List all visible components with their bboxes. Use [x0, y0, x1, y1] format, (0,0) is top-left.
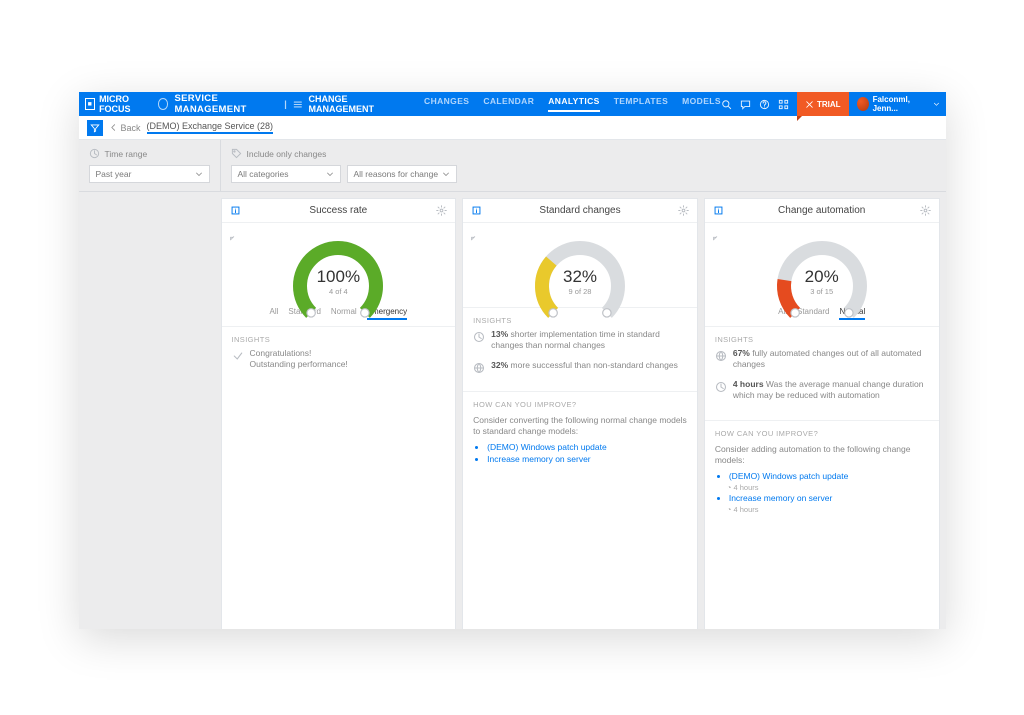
globe-icon — [715, 349, 727, 361]
category-value: All categories — [238, 169, 289, 179]
clock-icon — [473, 330, 485, 342]
close-icon — [805, 100, 814, 109]
analytics-card: Change automation 20%3 of 15 AllStandard… — [704, 198, 940, 629]
improve-link-meta: 4 hours — [727, 483, 929, 494]
improve-hint: Consider adding automation to the follow… — [715, 444, 929, 467]
gauge-filter-tab[interactable]: All — [270, 307, 279, 320]
chat-icon[interactable] — [740, 99, 751, 110]
nav-separator: | — [284, 99, 287, 109]
trial-badge[interactable]: TRIAL — [797, 92, 849, 116]
time-range-label: Time range — [105, 149, 148, 159]
brand-secondary-icon — [158, 98, 169, 110]
clock-icon — [715, 380, 727, 392]
reason-select[interactable]: All reasons for change — [347, 165, 457, 183]
brand-block: ■ MICRO FOCUS — [85, 94, 169, 114]
app-frame: ■ MICRO FOCUS SERVICE MANAGEMENT | CHANG… — [79, 92, 946, 629]
card-title: Standard changes — [539, 205, 620, 216]
nav-tab[interactable]: CALENDAR — [483, 96, 534, 112]
brand-logo-icon: ■ — [85, 98, 96, 110]
avatar — [857, 97, 869, 111]
app-name: SERVICE MANAGEMENT — [174, 93, 278, 115]
top-nav: ■ MICRO FOCUS SERVICE MANAGEMENT | CHANG… — [79, 92, 946, 116]
hamburger-icon[interactable] — [293, 99, 303, 110]
filter-bar: Time range Past year Include only change… — [79, 140, 946, 192]
chevron-down-icon — [442, 170, 450, 178]
info-icon[interactable] — [230, 205, 241, 216]
gauge-chart: 20%3 of 15 — [767, 231, 877, 303]
improve-section: HOW CAN YOU IMPROVE? Consider adding aut… — [705, 420, 939, 526]
analytics-card: Success rate 100%4 of 4 AllStandardNorma… — [221, 198, 457, 629]
improve-link-meta: 4 hours — [727, 505, 929, 516]
improve-link[interactable]: (DEMO) Windows patch update4 hours — [729, 471, 929, 493]
nav-tabs: CHANGES CALENDAR ANALYTICS TEMPLATES MODELS — [424, 96, 721, 112]
chevron-down-icon — [195, 170, 203, 178]
user-menu[interactable]: Falconml, Jenn... — [857, 95, 940, 113]
expand-icon[interactable] — [230, 231, 240, 241]
breadcrumb-title[interactable]: (DEMO) Exchange Service (28) — [147, 121, 274, 134]
card-title: Success rate — [309, 205, 367, 216]
gear-icon[interactable] — [920, 205, 931, 216]
back-link[interactable]: Back — [109, 123, 141, 133]
expand-icon[interactable] — [471, 231, 481, 241]
insight-text: 32% more successful than non-standard ch… — [491, 360, 678, 373]
improve-link[interactable]: (DEMO) Windows patch update — [487, 442, 687, 454]
category-select[interactable]: All categories — [231, 165, 341, 183]
time-range-value: Past year — [96, 169, 132, 179]
insight-text: Congratulations!Outstanding performance! — [250, 348, 348, 371]
gear-icon[interactable] — [436, 205, 447, 216]
expand-icon[interactable] — [713, 231, 723, 241]
filter-icon — [90, 123, 100, 133]
globe-icon — [473, 361, 485, 373]
clock-icon — [89, 148, 100, 159]
nav-tab[interactable]: CHANGES — [424, 96, 469, 112]
check-icon — [232, 349, 244, 361]
improve-heading: HOW CAN YOU IMPROVE? — [473, 400, 687, 409]
improve-section: HOW CAN YOU IMPROVE? Consider converting… — [463, 391, 697, 476]
breadcrumb-bar: Back (DEMO) Exchange Service (28) — [79, 116, 946, 140]
include-heading: Include only changes — [231, 148, 936, 159]
filter-toggle-button[interactable] — [87, 120, 103, 136]
insight-row: 4 hours Was the average manual change du… — [715, 379, 929, 402]
insight-text: 4 hours Was the average manual change du… — [733, 379, 929, 402]
nav-tab[interactable]: MODELS — [682, 96, 721, 112]
chevron-down-icon — [933, 100, 940, 108]
include-label: Include only changes — [247, 149, 327, 159]
tag-icon — [231, 148, 242, 159]
help-icon[interactable] — [759, 99, 770, 110]
info-icon[interactable] — [471, 205, 482, 216]
trial-label: TRIAL — [817, 100, 841, 109]
time-range-heading: Time range — [89, 148, 210, 159]
insight-row: 67% fully automated changes out of all a… — [715, 348, 929, 371]
main-area: Success rate 100%4 of 4 AllStandardNorma… — [79, 192, 946, 629]
info-icon[interactable] — [713, 205, 724, 216]
gear-icon[interactable] — [678, 205, 689, 216]
card-row: Success rate 100%4 of 4 AllStandardNorma… — [221, 192, 946, 629]
insight-text: 67% fully automated changes out of all a… — [733, 348, 929, 371]
time-range-select[interactable]: Past year — [89, 165, 210, 183]
user-name: Falconml, Jenn... — [873, 95, 929, 113]
insight-row: 32% more successful than non-standard ch… — [473, 360, 687, 373]
gauge-chart: 100%4 of 4 — [283, 231, 393, 303]
chevron-down-icon — [326, 170, 334, 178]
improve-hint: Consider converting the following normal… — [473, 415, 687, 438]
brand-text: MICRO FOCUS — [99, 94, 154, 114]
gauge-chart: 32%9 of 28 — [525, 231, 635, 303]
analytics-card: Standard changes 32%9 of 28 INSIGHTS 13%… — [462, 198, 698, 629]
arrow-left-icon — [109, 123, 118, 132]
improve-link[interactable]: Increase memory on server — [487, 454, 687, 466]
improve-link[interactable]: Increase memory on server4 hours — [729, 493, 929, 515]
reason-value: All reasons for change — [354, 169, 439, 179]
nav-tab[interactable]: ANALYTICS — [548, 96, 599, 112]
module-name: CHANGE MANAGEMENT — [308, 94, 402, 114]
improve-heading: HOW CAN YOU IMPROVE? — [715, 429, 929, 438]
search-icon[interactable] — [721, 99, 732, 110]
card-title: Change automation — [778, 205, 865, 216]
apps-icon[interactable] — [778, 99, 789, 110]
insight-row: Congratulations!Outstanding performance! — [232, 348, 446, 371]
back-label: Back — [121, 123, 141, 133]
nav-tab[interactable]: TEMPLATES — [614, 96, 668, 112]
